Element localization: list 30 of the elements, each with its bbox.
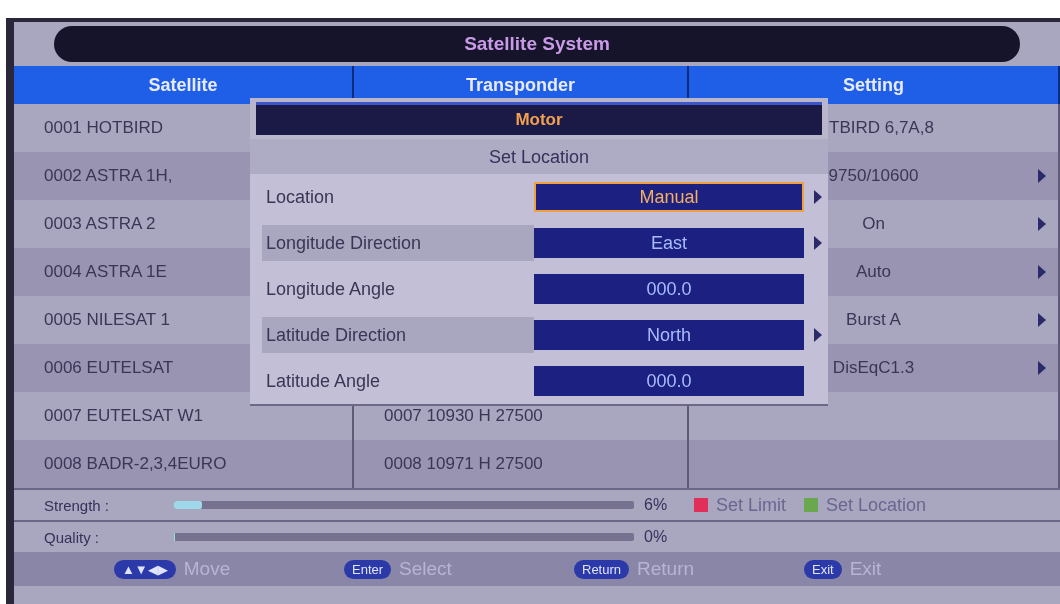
- legend-label: Set Limit: [716, 494, 787, 516]
- dialog-subtitle: Set Location: [250, 139, 828, 174]
- table-cell: 0008 10971 H 27500: [354, 440, 689, 488]
- right-arrow-icon: [814, 236, 822, 250]
- setting-label: Longitude Direction: [262, 225, 534, 261]
- signal-reading: 0%: [643, 528, 669, 546]
- setting-label: Latitude Direction: [262, 317, 534, 353]
- remote-key[interactable]: Return: [574, 559, 630, 579]
- right-arrow-icon: [814, 190, 822, 204]
- remote-key[interactable]: Exit: [804, 559, 842, 579]
- value-field[interactable]: 000.0: [534, 274, 804, 304]
- table-cell: Auto: [856, 262, 891, 282]
- remote-key[interactable]: Enter: [344, 559, 392, 579]
- value-field[interactable]: 000.0: [534, 366, 804, 396]
- option-selector[interactable]: Manual: [534, 182, 804, 212]
- table-cell: DisEqC1.3: [832, 358, 915, 378]
- legend-label: Set Location: [826, 494, 927, 516]
- table-cell: 0008 BADR-2,3,4EURO: [14, 440, 354, 488]
- signal-reading: 6%: [643, 496, 669, 514]
- dialog-title: Motor: [515, 110, 563, 130]
- signal-label: Strength :: [44, 496, 111, 514]
- table-cell: On: [862, 214, 885, 234]
- table-cell: 9750/10600: [828, 166, 919, 186]
- window-title: Satellite System: [464, 33, 610, 55]
- signal-label: Quality :: [44, 528, 101, 546]
- table-cell: Burst A: [846, 310, 901, 330]
- right-arrow-icon: [814, 328, 822, 342]
- option-selector[interactable]: North: [534, 320, 804, 350]
- remote-key[interactable]: ▲▼◀▶: [114, 559, 176, 579]
- option-selector[interactable]: East: [534, 228, 804, 258]
